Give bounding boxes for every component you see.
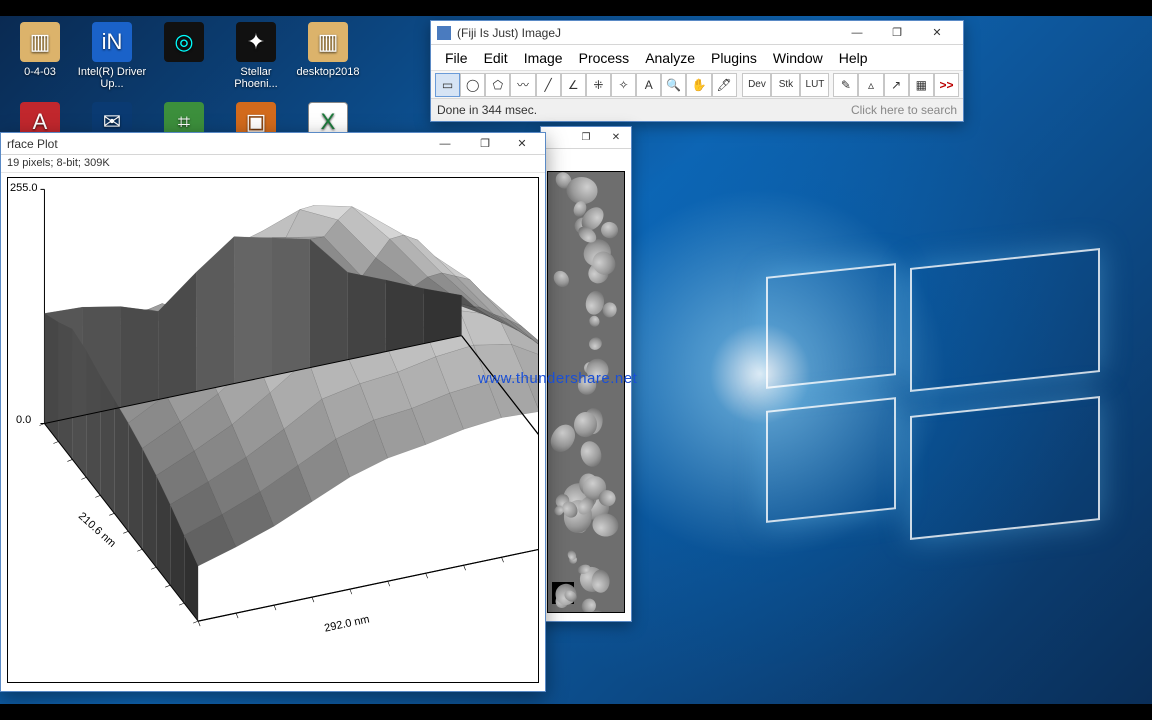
tool-hand[interactable]: ✋	[686, 73, 711, 97]
z-max-label: 255.0	[10, 182, 38, 194]
desktop-icon-label: Intel(R) Driver Up...	[76, 66, 148, 90]
menu-file[interactable]: File	[437, 50, 476, 66]
close-button[interactable]: ✕	[505, 133, 539, 155]
window-title: rface Plot	[7, 137, 58, 151]
window-title: (Fiji Is Just) ImageJ	[457, 26, 561, 40]
menu-plugins[interactable]: Plugins	[703, 50, 765, 66]
tool-text[interactable]: A	[636, 73, 661, 97]
tool-lut[interactable]: LUT	[800, 73, 829, 97]
desktop-icon[interactable]: ▥ desktop2018	[292, 22, 364, 78]
desktop-icon-label: Stellar Phoeni...	[220, 66, 292, 90]
imagej-main-window: (Fiji Is Just) ImageJ — ❐ ✕ File Edit Im…	[430, 20, 964, 122]
surface-plot-canvas[interactable]: 255.0 0.0 210.6 nm 292.0 nm	[7, 177, 539, 683]
menu-window[interactable]: Window	[765, 50, 831, 66]
tool-line[interactable]: ╱	[536, 73, 561, 97]
imagej-app-icon	[437, 26, 451, 40]
tool-angle[interactable]: ∠	[561, 73, 586, 97]
tool-dev[interactable]: Dev	[742, 73, 771, 97]
tool-zoom[interactable]: 🔍	[661, 73, 686, 97]
titlebar[interactable]: rface Plot — ❐ ✕	[1, 133, 545, 155]
app-icon: ◎	[164, 22, 204, 62]
tool-oval[interactable]: ◯	[460, 73, 485, 97]
tool-spray[interactable]: ▦	[909, 73, 934, 97]
menu-analyze[interactable]: Analyze	[637, 50, 703, 66]
image-window: ❐ ✕	[540, 126, 632, 622]
tool-more[interactable]: >>	[934, 73, 959, 97]
status-text: Done in 344 msec.	[437, 103, 537, 117]
intel-icon: iN	[92, 22, 132, 62]
desktop-icon[interactable]: ✦ Stellar Phoeni...	[220, 22, 292, 90]
minimize-button[interactable]: —	[425, 133, 465, 155]
tool-freehand[interactable]: 〰	[510, 73, 535, 97]
tool-polygon[interactable]: ⬠	[485, 73, 510, 97]
close-button[interactable]: ✕	[917, 22, 957, 44]
wallpaper-pane	[910, 396, 1100, 540]
tool-rectangle[interactable]: ▭	[435, 73, 460, 97]
status-bar: Done in 344 msec. Click here to search	[431, 99, 963, 121]
desktop: ▥ 0-4-03 iN Intel(R) Driver Up... ◎ ✦ St…	[0, 16, 1152, 704]
image-canvas[interactable]	[547, 171, 625, 613]
tool-flood[interactable]: ▵	[858, 73, 883, 97]
desktop-icon-label: 0-4-03	[4, 66, 76, 78]
desktop-icon[interactable]: ▥ 0-4-03	[4, 22, 76, 78]
surface-plot-window: rface Plot — ❐ ✕ 19 pixels; 8-bit; 309K …	[0, 132, 546, 692]
desktop-icon[interactable]: ◎	[148, 22, 220, 66]
titlebar[interactable]: (Fiji Is Just) ImageJ — ❐ ✕	[431, 21, 963, 45]
tool-stk[interactable]: Stk	[771, 73, 800, 97]
tool-brush[interactable]: ✎	[833, 73, 858, 97]
minimize-button[interactable]: —	[837, 22, 877, 44]
menu-bar: File Edit Image Process Analyze Plugins …	[431, 45, 963, 71]
menu-edit[interactable]: Edit	[476, 50, 516, 66]
folder-icon: ▥	[20, 22, 60, 62]
image-info: 19 pixels; 8-bit; 309K	[1, 155, 545, 173]
titlebar[interactable]: ❐ ✕	[541, 127, 631, 149]
wallpaper-pane	[766, 397, 896, 523]
wallpaper-pane	[766, 263, 896, 389]
restore-button[interactable]: ❐	[465, 133, 505, 155]
desktop-icon[interactable]: iN Intel(R) Driver Up...	[76, 22, 148, 90]
tool-wand[interactable]: ✧	[611, 73, 636, 97]
menu-process[interactable]: Process	[571, 50, 638, 66]
desktop-icon-label: desktop2018	[292, 66, 364, 78]
maximize-button[interactable]: ❐	[877, 22, 917, 44]
surface-plot-svg	[8, 178, 538, 682]
folder-icon: ▥	[308, 22, 348, 62]
wallpaper-pane	[910, 248, 1100, 392]
z-min-label: 0.0	[16, 414, 31, 426]
search-hint[interactable]: Click here to search	[851, 103, 957, 117]
restore-button[interactable]: ❐	[571, 128, 601, 148]
stellar-icon: ✦	[236, 22, 276, 62]
close-button[interactable]: ✕	[601, 128, 631, 148]
tool-picker[interactable]: 🖊	[712, 73, 737, 97]
tool-arrow[interactable]: ↗	[884, 73, 909, 97]
tool-multipoint[interactable]: ⁜	[586, 73, 611, 97]
menu-help[interactable]: Help	[831, 50, 876, 66]
menu-image[interactable]: Image	[516, 50, 571, 66]
tool-bar: ▭◯⬠〰╱∠⁜✧A🔍✋🖊DevStkLUT✎▵↗▦>>	[431, 71, 963, 99]
